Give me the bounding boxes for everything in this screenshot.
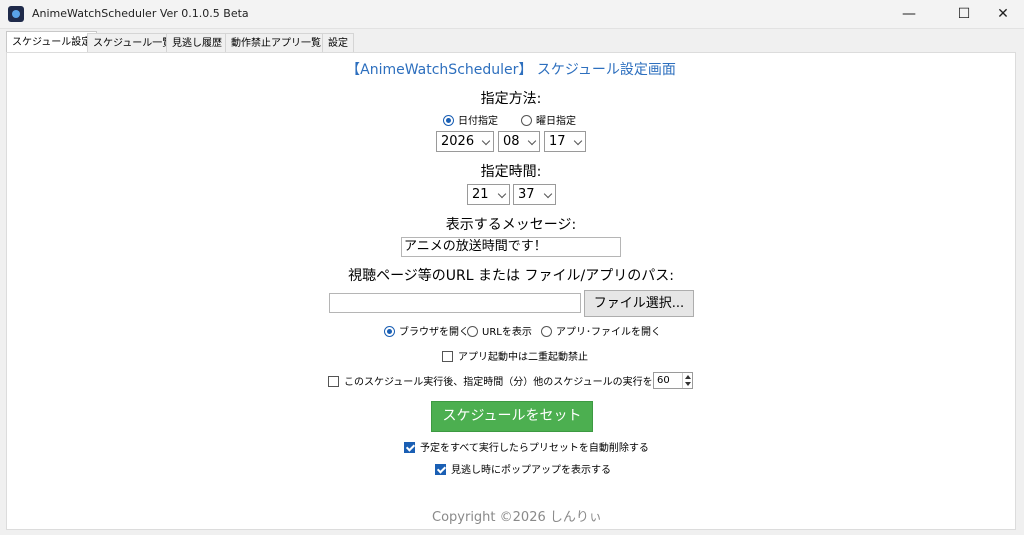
page-title: 【AnimeWatchScheduler】 スケジュール設定画面 (346, 62, 676, 78)
month-value: 08 (503, 134, 520, 149)
radio-weekday-label: 曜日指定 (536, 116, 576, 127)
window-title: AnimeWatchScheduler Ver 0.1.0.5 Beta (32, 7, 249, 20)
target-label: 視聴ページ等のURL または ファイル/アプリのパス: (348, 268, 674, 284)
radio-date[interactable]: 日付指定 (443, 112, 498, 127)
tab-schedule-list[interactable]: スケジュール一覧 (87, 33, 179, 52)
stop-others-checkbox[interactable]: このスケジュール実行後、指定時間（分）他のスケジュールの実行を停止： (328, 373, 683, 388)
year-select[interactable]: 2026 (436, 131, 494, 152)
close-button[interactable]: ✕ (980, 0, 1024, 28)
time-label: 指定時間: (480, 164, 542, 180)
radio-open-browser[interactable]: ブラウザを開く (384, 323, 469, 338)
radio-date-indicator[interactable] (443, 115, 454, 126)
no-double-launch-label: アプリ起動中は二重起動禁止 (458, 352, 588, 363)
no-double-launch-box[interactable] (442, 351, 453, 362)
popup-on-miss-label: 見逃し時にポップアップを表示する (451, 465, 611, 476)
auto-delete-checkbox[interactable]: 予定をすべて実行したらプリセットを自動削除する (404, 439, 649, 454)
radio-open-app-indicator[interactable] (541, 326, 552, 337)
schedule-settings-panel: 【AnimeWatchScheduler】 スケジュール設定画面 指定方法: 日… (6, 52, 1016, 530)
day-select[interactable]: 17 (544, 131, 586, 152)
chevron-down-icon (527, 136, 537, 146)
stop-others-label: このスケジュール実行後、指定時間（分）他のスケジュールの実行を停止： (344, 377, 683, 388)
tab-strip: スケジュール設定 スケジュール一覧 見逃し履歴 動作禁止アプリ一覧 設定 (6, 31, 1018, 53)
stop-others-box[interactable] (328, 376, 339, 387)
day-value: 17 (549, 134, 566, 149)
stepper-arrows-icon[interactable] (682, 373, 692, 388)
tab-settings[interactable]: 設定 (322, 33, 354, 52)
minimize-button[interactable]: — (886, 0, 932, 28)
file-select-button[interactable]: ファイル選択... (584, 290, 694, 317)
radio-open-app-label: アプリ･ファイルを開く (556, 327, 661, 338)
month-select[interactable]: 08 (498, 131, 540, 152)
chevron-down-icon (497, 189, 507, 199)
minute-select[interactable]: 37 (513, 184, 556, 205)
popup-on-miss-checkbox[interactable]: 見逃し時にポップアップを表示する (435, 461, 611, 476)
method-label: 指定方法: (480, 91, 542, 107)
copyright-text: Copyright ©2026 しんりぃ (432, 510, 602, 525)
radio-weekday-indicator[interactable] (521, 115, 532, 126)
auto-delete-box[interactable] (404, 442, 415, 453)
tab-missed-history[interactable]: 見逃し履歴 (166, 33, 228, 52)
year-value: 2026 (441, 134, 475, 149)
hour-value: 21 (472, 187, 489, 202)
target-path-input[interactable] (329, 293, 581, 313)
hour-select[interactable]: 21 (467, 184, 510, 205)
radio-show-url-label: URLを表示 (482, 327, 532, 338)
no-double-launch-checkbox[interactable]: アプリ起動中は二重起動禁止 (442, 348, 588, 363)
chevron-down-icon (573, 136, 583, 146)
radio-weekday[interactable]: 曜日指定 (521, 112, 576, 127)
tab-blocked-apps[interactable]: 動作禁止アプリ一覧 (225, 33, 327, 52)
radio-open-browser-label: ブラウザを開く (399, 327, 469, 338)
chevron-down-icon (543, 189, 553, 199)
tab-schedule-settings[interactable]: スケジュール設定 (6, 31, 98, 53)
stop-minutes-value: 60 (657, 375, 670, 386)
message-input[interactable]: アニメの放送時間です！ (401, 237, 621, 257)
stop-minutes-stepper[interactable]: 60 (653, 372, 693, 389)
radio-date-label: 日付指定 (458, 116, 498, 127)
minute-value: 37 (518, 187, 535, 202)
title-bar: AnimeWatchScheduler Ver 0.1.0.5 Beta — ☐… (0, 0, 1024, 29)
radio-open-app[interactable]: アプリ･ファイルを開く (541, 323, 661, 338)
message-label: 表示するメッセージ: (445, 217, 577, 233)
radio-show-url[interactable]: URLを表示 (467, 323, 532, 338)
set-schedule-button[interactable]: スケジュールをセット (431, 401, 593, 432)
auto-delete-label: 予定をすべて実行したらプリセットを自動削除する (420, 443, 649, 454)
radio-show-url-indicator[interactable] (467, 326, 478, 337)
app-icon (8, 6, 24, 22)
chevron-down-icon (481, 136, 491, 146)
popup-on-miss-box[interactable] (435, 464, 446, 475)
radio-open-browser-indicator[interactable] (384, 326, 395, 337)
